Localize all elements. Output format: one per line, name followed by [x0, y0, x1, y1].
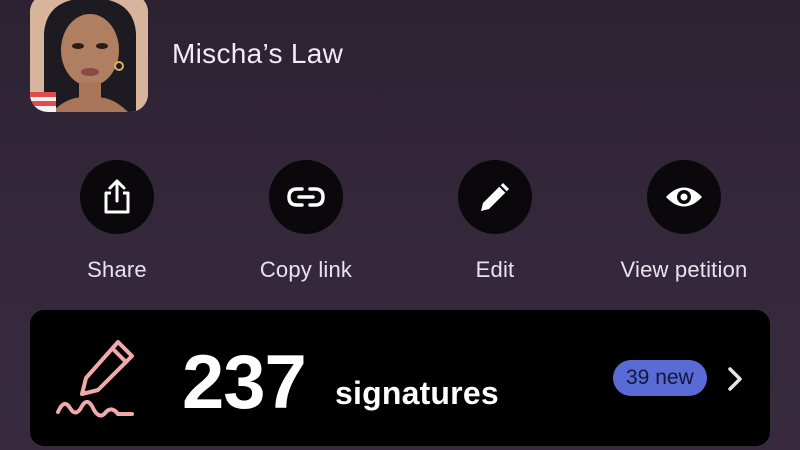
eye-icon: [666, 187, 702, 207]
avatar-image: [30, 0, 148, 112]
pencil-icon: [481, 183, 509, 211]
edit-button[interactable]: Edit: [415, 160, 575, 283]
signatures-label: signatures: [335, 375, 499, 411]
new-signatures-badge: 39 new: [613, 360, 707, 396]
petition-title: Mischa’s Law: [172, 38, 344, 69]
share-icon-circle[interactable]: [80, 160, 154, 234]
petition-header: [30, 0, 148, 112]
link-icon: [287, 187, 325, 207]
avatar: [30, 0, 148, 112]
copy-link-button[interactable]: Copy link: [226, 160, 386, 283]
share-button[interactable]: Share: [37, 160, 197, 283]
chevron-right-icon[interactable]: [726, 366, 744, 392]
link-icon-circle[interactable]: [269, 160, 343, 234]
share-label: Share: [87, 257, 147, 282]
signature-pen-icon: [56, 340, 134, 418]
eye-icon-circle[interactable]: [647, 160, 721, 234]
view-petition-label: View petition: [620, 257, 748, 282]
signatures-card[interactable]: 237 signatures 39 new: [30, 310, 770, 446]
signature-count: 237: [182, 340, 307, 425]
share-icon: [104, 179, 130, 214]
view-petition-button[interactable]: View petition: [604, 160, 764, 283]
copy-link-label: Copy link: [259, 257, 353, 282]
edit-label: Edit: [475, 257, 515, 282]
pencil-icon-circle[interactable]: [458, 160, 532, 234]
